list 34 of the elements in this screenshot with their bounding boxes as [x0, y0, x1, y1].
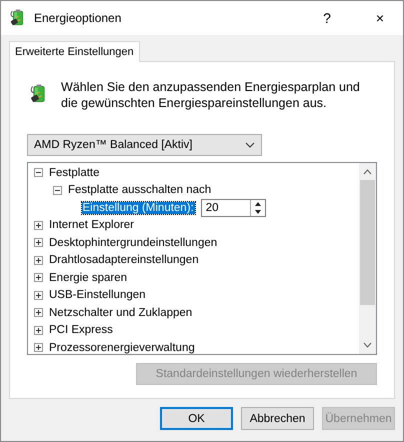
scrollbar[interactable] — [359, 163, 376, 354]
tree-item[interactable]: Drahtlosadaptereinstellungen — [49, 254, 199, 266]
plan-dropdown[interactable]: AMD Ryzen™ Balanced [Aktiv] — [27, 134, 262, 156]
expand-icon[interactable] — [34, 256, 43, 265]
close-button[interactable]: × — [357, 1, 403, 35]
expand-icon[interactable] — [34, 220, 43, 230]
collapse-icon[interactable] — [53, 186, 62, 195]
expand-icon[interactable] — [34, 308, 43, 318]
tree-item[interactable]: Prozessorenergieverwaltung — [49, 342, 195, 354]
expand-icon[interactable] — [34, 343, 43, 352]
tree-item[interactable]: USB-Einstellungen — [49, 289, 146, 302]
scroll-up-icon[interactable] — [363, 168, 372, 176]
minutes-spinbox[interactable]: 20 — [200, 198, 266, 217]
tree-item[interactable]: PCI Express — [49, 324, 113, 336]
dialog-button[interactable]: Abbrechen — [241, 407, 314, 430]
tree-item[interactable]: Internet Explorer — [49, 219, 134, 232]
description-text: Wählen Sie den anzupassenden Energiesparplan und die gewünschten Energiespareinstellungen aus. — [61, 79, 361, 111]
collapse-icon[interactable] — [34, 168, 43, 178]
tree-item[interactable]: Energie sparen — [49, 272, 127, 284]
expand-icon[interactable] — [34, 273, 43, 282]
tree-item[interactable]: Festplatte ausschalten nach — [68, 184, 212, 196]
scroll-down-icon[interactable] — [363, 341, 372, 349]
chevron-down-icon — [245, 142, 255, 148]
tab[interactable]: Erweiterte Einstellungen — [9, 41, 140, 62]
tree-item[interactable]: Festplatte — [49, 166, 100, 179]
dialog-button[interactable]: OK — [160, 407, 233, 430]
window-title: Energieoptionen — [34, 11, 122, 25]
tree-item[interactable]: Netzschalter und Zuklappen — [49, 306, 192, 319]
expand-icon[interactable] — [34, 326, 43, 335]
expand-icon[interactable] — [34, 238, 43, 248]
help-button[interactable]: ? — [304, 1, 350, 35]
expand-icon[interactable] — [34, 290, 43, 300]
tree-item[interactable]: Desktophintergrundeinstellungen — [49, 236, 218, 249]
setting-label[interactable]: Einstellung (Minuten): — [82, 202, 195, 214]
